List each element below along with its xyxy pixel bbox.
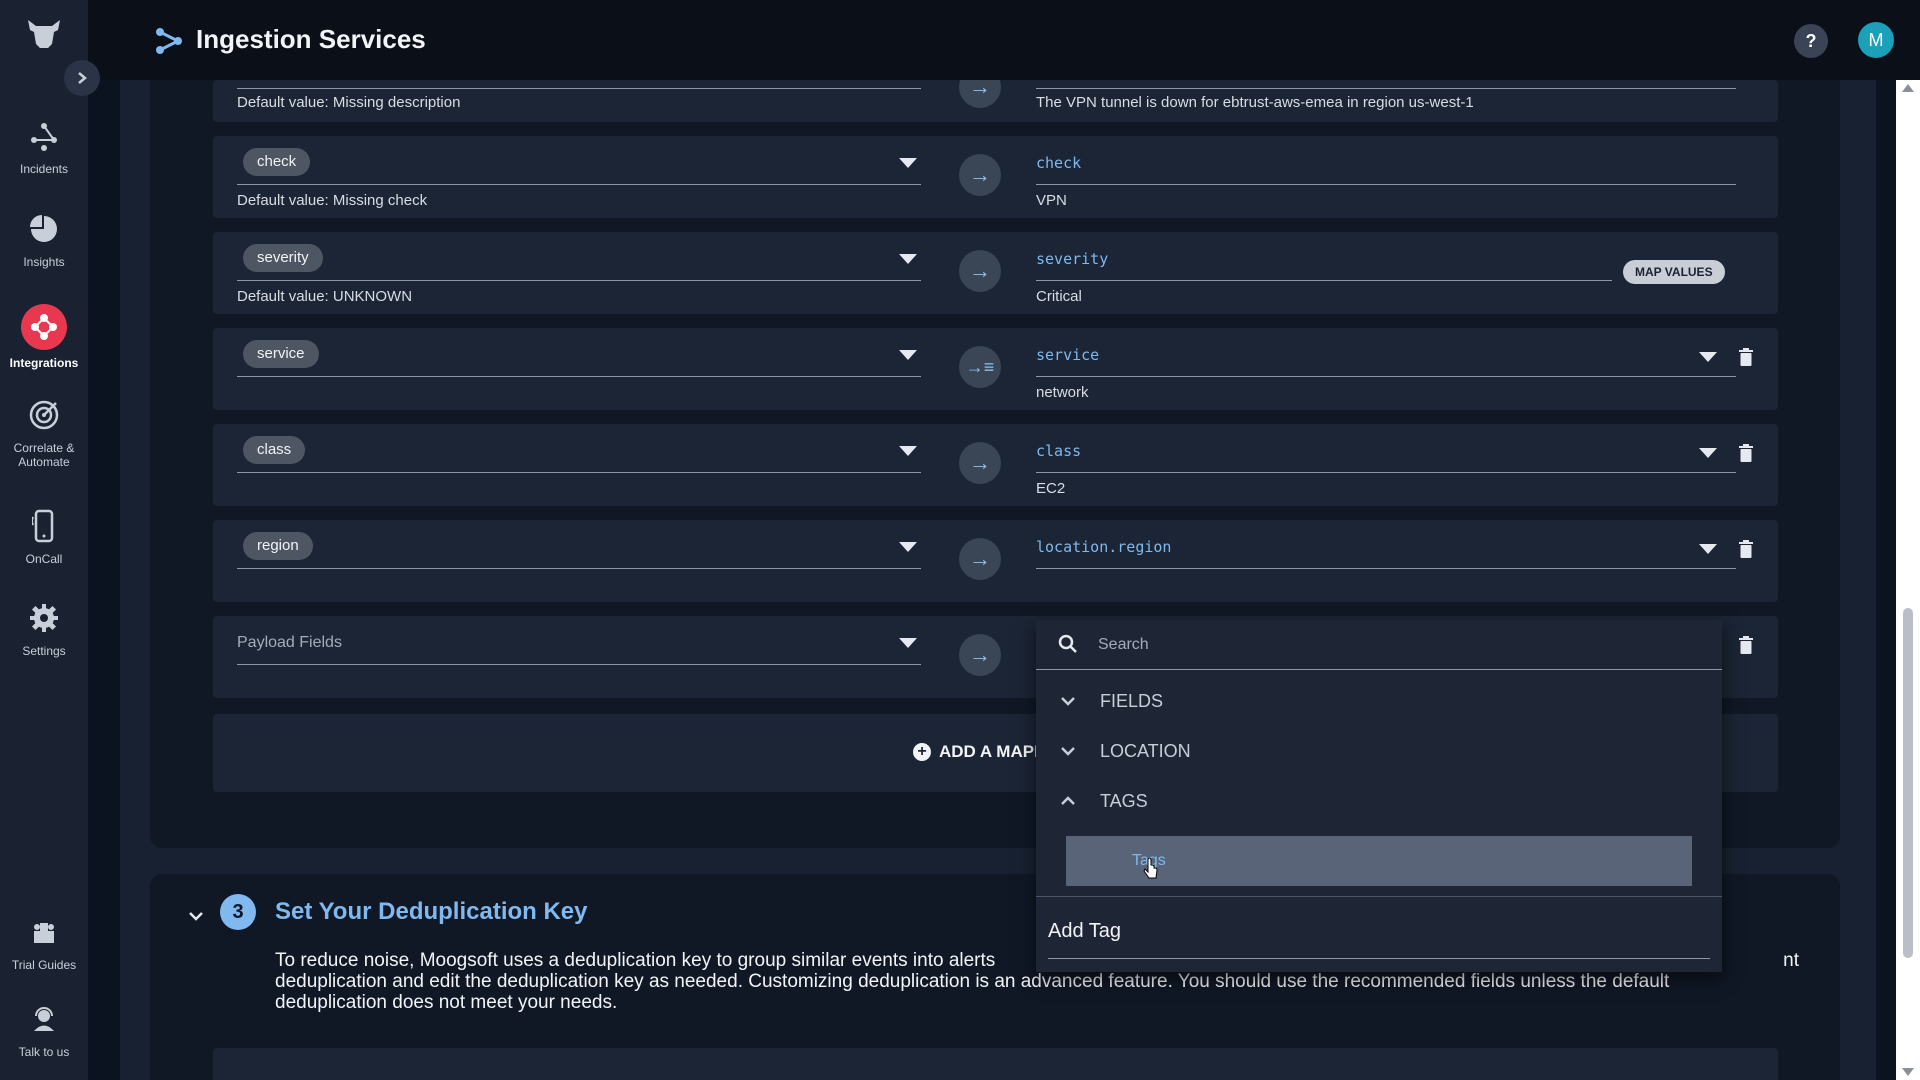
add-mapping-button[interactable]: + ADD A MAPP [913, 742, 1045, 762]
target-field-label: service [1036, 346, 1100, 364]
trash-icon[interactable] [1739, 636, 1753, 654]
sidebar-item-integrations[interactable]: Integrations [0, 296, 88, 376]
help-button[interactable]: ? [1794, 24, 1828, 58]
chevron-up-icon [1061, 796, 1075, 805]
sidebar-item-correlate-automate[interactable]: Correlate & Automate [0, 389, 88, 469]
search-input[interactable]: Search [1098, 636, 1149, 654]
target-value-text: EC2 [1036, 480, 1066, 497]
mapping-row-check: check Default value: Missing check → che… [213, 136, 1778, 218]
source-dropdown-caret[interactable] [899, 446, 917, 456]
page-scrollbar[interactable] [1896, 80, 1920, 1080]
target-dropdown-caret[interactable] [1699, 544, 1717, 554]
plus-circle-icon: + [913, 743, 931, 761]
gear-icon [26, 600, 62, 636]
target-field-label: severity [1036, 250, 1109, 268]
source-dropdown-caret[interactable] [899, 542, 917, 552]
user-avatar[interactable]: M [1858, 22, 1894, 58]
mapping-row-service: service →≡ service network [213, 328, 1778, 410]
trash-icon[interactable] [1739, 444, 1753, 462]
incidents-icon [26, 118, 62, 154]
scroll-up-arrow-icon[interactable] [1902, 84, 1914, 92]
map-arrow-button[interactable]: → [959, 250, 1001, 292]
integrations-icon [21, 304, 67, 350]
app-root: Default value: Missing description → The… [0, 0, 1920, 1080]
source-field-chip[interactable]: severity [243, 244, 323, 272]
sidebar-item-settings[interactable]: Settings [0, 592, 88, 672]
payload-fields-select[interactable]: Payload Fields [237, 634, 342, 652]
target-field-label: check [1036, 154, 1082, 172]
map-values-button[interactable]: MAP VALUES [1623, 260, 1725, 284]
step-number-badge: 3 [220, 894, 256, 930]
target-field-dropdown: Search FIELDS LOCATION TAGS Tags Add Tag [1036, 620, 1722, 972]
scroll-down-arrow-icon[interactable] [1902, 1068, 1914, 1076]
chevron-down-icon[interactable] [188, 908, 204, 924]
trash-icon[interactable] [1739, 540, 1753, 558]
add-tag-input[interactable]: Add Tag [1048, 920, 1121, 943]
chevron-right-icon [78, 72, 87, 84]
group-location[interactable]: LOCATION [1036, 728, 1722, 774]
source-dropdown-caret[interactable] [899, 254, 917, 264]
section-title: Set Your Deduplication Key [275, 898, 588, 925]
mouse-cursor-icon [1143, 858, 1158, 879]
source-dropdown-caret[interactable] [899, 638, 917, 648]
sidebar-item-incidents[interactable]: Incidents [0, 110, 88, 190]
mobile-phone-icon [26, 508, 62, 544]
map-arrow-button[interactable]: → [959, 538, 1001, 580]
target-dropdown-caret[interactable] [1699, 352, 1717, 362]
ingestion-services-icon [156, 28, 182, 54]
chevron-down-icon [1061, 747, 1075, 756]
app-header: Ingestion Services ? M [88, 0, 1920, 80]
source-field-chip[interactable]: region [243, 532, 313, 560]
default-value-text: Default value: Missing check [237, 192, 428, 209]
target-field-label: location.region [1036, 538, 1172, 556]
dropdown-search[interactable]: Search [1036, 620, 1722, 670]
scroll-thumb[interactable] [1903, 608, 1913, 958]
source-dropdown-caret[interactable] [899, 158, 917, 168]
default-value-text: Default value: UNKNOWN [237, 288, 413, 305]
map-list-arrow-button[interactable]: →≡ [959, 346, 1001, 388]
sidebar-expand-button[interactable] [64, 60, 100, 96]
mapping-row-description: Default value: Missing description → The… [213, 66, 1778, 122]
sidebar-item-talk-to-us[interactable]: Talk to us [0, 993, 88, 1073]
source-field-chip[interactable]: check [243, 148, 311, 176]
target-value-text: VPN [1036, 192, 1067, 209]
search-icon [1058, 634, 1077, 653]
chevron-down-icon [1061, 697, 1075, 706]
mapping-row-severity: severity Default value: UNKNOWN → severi… [213, 232, 1778, 314]
sidebar-item-oncall[interactable]: OnCall [0, 500, 88, 580]
moogsoft-logo-icon[interactable] [22, 14, 66, 54]
group-fields[interactable]: FIELDS [1036, 678, 1722, 724]
target-icon [26, 397, 62, 433]
dedup-key-panel [213, 1048, 1778, 1080]
source-field-chip[interactable]: service [243, 340, 319, 368]
map-arrow-button[interactable]: → [959, 154, 1001, 196]
trash-icon[interactable] [1739, 348, 1753, 366]
target-dropdown-caret[interactable] [1699, 448, 1717, 458]
page-title: Ingestion Services [196, 24, 426, 54]
map-arrow-button[interactable]: → [959, 442, 1001, 484]
group-tags[interactable]: TAGS [1036, 778, 1722, 824]
target-value-text: The VPN tunnel is down for ebtrust-aws-e… [1036, 94, 1474, 111]
add-mapping-label: ADD A MAPP [939, 742, 1046, 761]
sidebar-item-trial-guides[interactable]: Trial Guides [0, 906, 88, 986]
map-arrow-button[interactable]: → [959, 634, 1001, 676]
mapping-row-region: region → location.region [213, 520, 1778, 602]
pie-chart-icon [26, 211, 62, 247]
source-dropdown-caret[interactable] [899, 350, 917, 360]
target-value-text: Critical [1036, 288, 1082, 305]
trial-guides-icon [26, 914, 62, 950]
source-field-chip[interactable]: class [243, 436, 306, 464]
mapping-row-class: class → class EC2 [213, 424, 1778, 506]
sidebar-item-insights[interactable]: Insights [0, 203, 88, 283]
default-value-text: Default value: Missing description [237, 94, 461, 111]
target-value-text: network [1036, 384, 1089, 401]
support-agent-icon [26, 1001, 62, 1037]
target-field-label: class [1036, 442, 1082, 460]
